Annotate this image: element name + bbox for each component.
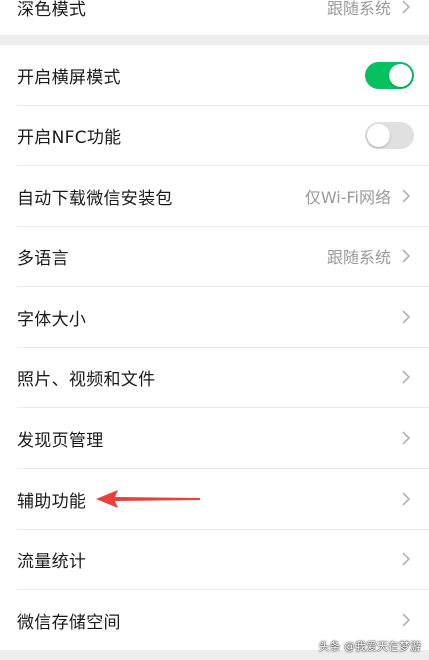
setting-row-nfc[interactable]: 开启NFC功能 (0, 105, 429, 165)
toggle-knob (367, 124, 390, 147)
chevron-right-icon (402, 310, 411, 324)
chevron-right-icon (402, 0, 411, 14)
setting-label: 深色模式 (17, 0, 87, 20)
setting-value: 仅Wi-Fi网络 (304, 188, 391, 207)
setting-value: 跟随系统 (326, 0, 391, 18)
setting-row-auto-download[interactable]: 自动下载微信安装包 仅Wi-Fi网络 (0, 166, 429, 226)
setting-label: 辅助功能 (17, 491, 87, 512)
setting-label: 自动下载微信安装包 (17, 188, 173, 209)
setting-label: 发现页管理 (17, 430, 104, 451)
chevron-right-icon (402, 189, 411, 203)
chevron-right-icon (402, 492, 411, 506)
setting-row-data-usage[interactable]: 流量统计 (0, 529, 429, 589)
landscape-toggle-switch[interactable] (365, 62, 414, 89)
setting-label: 流量统计 (17, 551, 87, 572)
top-settings-group: 深色模式 跟随系统 (0, 0, 429, 35)
setting-label: 微信存储空间 (17, 612, 121, 633)
watermark-text: 头条 @我爱天在梦游 (318, 640, 422, 653)
red-arrow-annotation-icon (96, 490, 200, 508)
chevron-right-icon (402, 552, 411, 566)
setting-value: 跟随系统 (326, 248, 391, 267)
chevron-right-icon (402, 370, 411, 384)
setting-row-dark-mode[interactable]: 深色模式 跟随系统 (0, 0, 429, 37)
chevron-right-icon (402, 249, 411, 263)
chevron-right-icon (402, 431, 411, 445)
nfc-toggle-switch[interactable] (365, 122, 414, 149)
setting-row-discover-management[interactable]: 发现页管理 (0, 408, 429, 468)
setting-label: 字体大小 (17, 309, 87, 330)
setting-row-accessibility[interactable]: 辅助功能 (0, 469, 429, 529)
setting-row-landscape-mode[interactable]: 开启横屏模式 (0, 45, 429, 105)
setting-label: 开启NFC功能 (17, 127, 122, 148)
chevron-right-icon (402, 613, 411, 627)
toggle-knob (389, 64, 412, 87)
setting-label: 开启横屏模式 (17, 67, 121, 88)
setting-label: 多语言 (17, 248, 69, 269)
setting-label: 照片、视频和文件 (17, 369, 156, 390)
main-settings-group: 开启横屏模式 开启NFC功能 自动下载微信安装包 仅Wi-Fi网络 多语言 跟随… (0, 45, 429, 650)
setting-row-font-size[interactable]: 字体大小 (0, 287, 429, 347)
setting-row-language[interactable]: 多语言 跟随系统 (0, 226, 429, 286)
setting-row-media-files[interactable]: 照片、视频和文件 (0, 347, 429, 407)
